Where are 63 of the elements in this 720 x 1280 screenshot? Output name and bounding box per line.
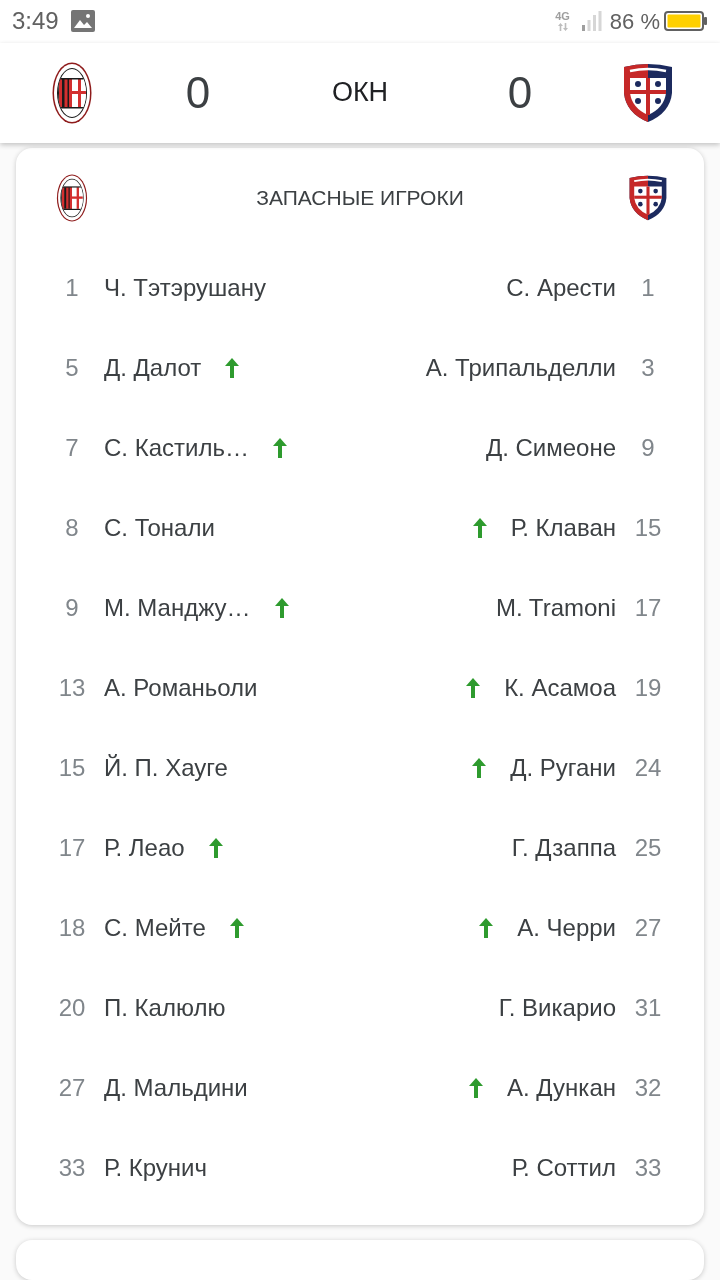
battery-icon xyxy=(664,11,708,32)
network-type-label: 4G xyxy=(555,11,570,23)
data-arrows-icon xyxy=(557,23,568,32)
shirt-number: 3 xyxy=(640,353,656,383)
player-name: А. Черри xyxy=(517,913,616,943)
player-name: Г. Викарио xyxy=(498,993,616,1023)
player-name: М. Манджу… xyxy=(104,593,251,623)
shirt-number: 9 xyxy=(640,433,656,463)
shirt-number: 7 xyxy=(64,433,80,463)
image-icon xyxy=(70,10,95,33)
player-name: Ч. Тэтэрушану xyxy=(104,273,266,303)
player-name: Д. Ругани xyxy=(510,753,616,783)
player-name: К. Асамоа xyxy=(504,673,616,703)
shirt-number: 33 xyxy=(57,1153,87,1183)
player-name: Г. Дзаппа xyxy=(511,833,616,863)
player-name: Д. Далот xyxy=(104,353,202,383)
shirt-number: 17 xyxy=(57,833,87,863)
player-name: Д. Мальдини xyxy=(104,1073,248,1103)
shirt-number: 1 xyxy=(64,273,80,303)
signal-icon xyxy=(581,11,602,32)
shirt-number: 15 xyxy=(57,753,87,783)
battery-percent: 86 % xyxy=(609,7,660,36)
shirt-number: 31 xyxy=(633,993,663,1023)
striped-crest-icon xyxy=(52,61,92,124)
shirt-number: 13 xyxy=(57,673,87,703)
section-title: ЗАПАСНЫЕ ИГРОКИ xyxy=(256,185,464,212)
home-score: 0 xyxy=(185,70,211,115)
striped-crest-icon xyxy=(56,174,88,222)
player-name: Р. Соттил xyxy=(511,1153,616,1183)
shirt-number: 19 xyxy=(633,673,663,703)
player-name: А. Романьоли xyxy=(104,673,258,703)
shirt-number: 33 xyxy=(633,1153,663,1183)
shirt-number: 8 xyxy=(64,513,80,543)
player-name: Р. Леао xyxy=(104,833,185,863)
shirt-number: 1 xyxy=(640,273,656,303)
shirt-number: 32 xyxy=(633,1073,663,1103)
shirt-number: 27 xyxy=(633,913,663,943)
shirt-number: 15 xyxy=(633,513,663,543)
shirt-number: 9 xyxy=(64,593,80,623)
player-name: П. Калюлю xyxy=(104,993,226,1023)
player-name: Р. Крунич xyxy=(104,1153,208,1183)
player-name: С. Мейте xyxy=(104,913,206,943)
player-name: С. Арести xyxy=(506,273,616,303)
player-name: M. Tramoni xyxy=(495,593,616,623)
shirt-number: 20 xyxy=(57,993,87,1023)
shirt-number: 5 xyxy=(64,353,80,383)
status-time: 3:49 xyxy=(12,6,59,37)
shirt-number: 17 xyxy=(633,593,663,623)
shirt-number: 24 xyxy=(633,753,663,783)
shirt-number: 27 xyxy=(57,1073,87,1103)
player-name: Й. П. Хауге xyxy=(104,753,228,783)
player-name: А. Трипальделли xyxy=(425,353,616,383)
player-name: Д. Симеоне xyxy=(485,433,616,463)
away-score: 0 xyxy=(507,70,533,115)
player-name: Р. Клаван xyxy=(510,513,616,543)
player-name: А. Дункан xyxy=(507,1073,616,1103)
player-name: С. Кастиль… xyxy=(104,433,249,463)
shield-crest-icon xyxy=(622,62,674,123)
player-name: С. Тонали xyxy=(104,513,215,543)
shield-crest-icon xyxy=(628,175,668,221)
shirt-number: 18 xyxy=(57,913,87,943)
match-status: ОКН xyxy=(331,79,389,107)
shirt-number: 25 xyxy=(633,833,663,863)
